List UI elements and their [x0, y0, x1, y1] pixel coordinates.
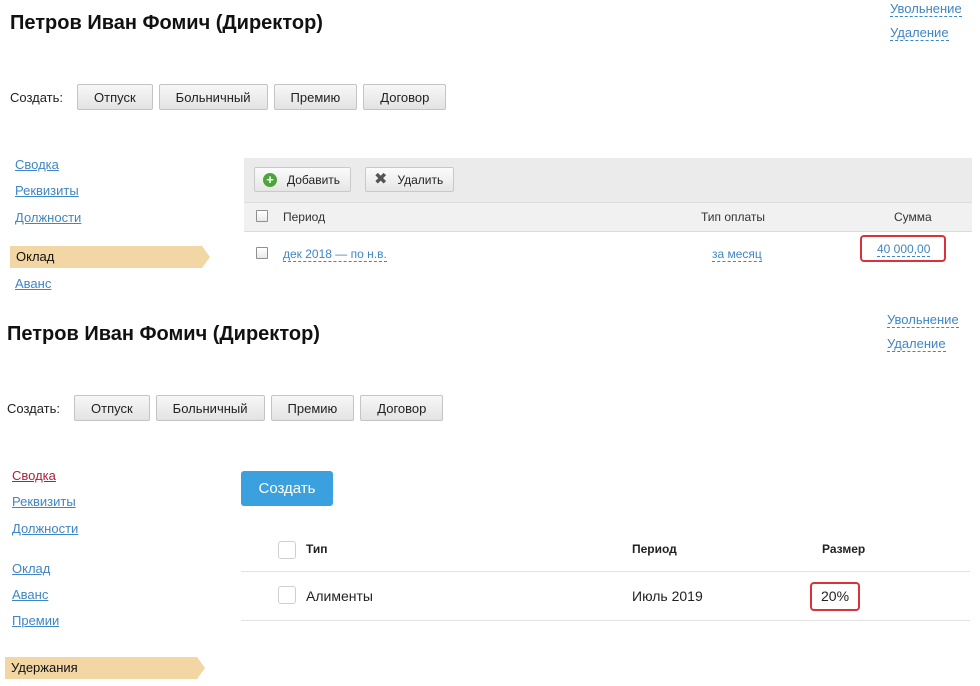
header-pay-type: Тип оплаты — [701, 210, 766, 224]
create-vacation-button[interactable]: Отпуск — [74, 395, 150, 421]
create-sick-leave-button[interactable]: Больничный — [158, 84, 268, 110]
header-amount: Сумма — [894, 210, 932, 224]
plus-icon: + — [263, 172, 277, 187]
pay-type-link[interactable]: за месяц — [712, 247, 762, 262]
sidebar-item-advance[interactable]: Аванс — [15, 276, 51, 291]
period-cell: Июль 2019 — [632, 588, 703, 604]
table-row: дек 2018 — по н.в. за месяц 40 000,00 — [244, 232, 972, 276]
salary-grid: + Добавить ✖ Удалить Период Тип оплаты С… — [244, 158, 972, 276]
amount-link[interactable]: 40 000,00 — [877, 242, 931, 257]
delete-button-label: Удалить — [397, 172, 444, 187]
create-contract-button[interactable]: Договор — [360, 395, 444, 421]
sidebar-item-salary[interactable]: Оклад — [10, 246, 210, 268]
add-button-label: Добавить — [287, 172, 341, 187]
size-cell: 20% — [821, 588, 850, 604]
create-bonus-button[interactable]: Премию — [270, 395, 355, 421]
screen-new: Петров Иван Фомич (Директор) Увольнение … — [0, 311, 980, 686]
type-cell: Алименты — [306, 588, 373, 604]
screen-old: Петров Иван Фомич (Директор) Увольнение … — [0, 0, 980, 310]
create-bonus-button[interactable]: Премию — [273, 84, 358, 110]
header-period: Период — [632, 542, 677, 556]
sidebar-item-positions[interactable]: Должности — [12, 521, 78, 536]
grid-toolbar: + Добавить ✖ Удалить — [244, 158, 972, 202]
pay-type-cell: за месяц — [712, 247, 762, 262]
deductions-table: Тип Период Размер Алименты Июль 2019 20% — [241, 531, 970, 621]
create-contract-button[interactable]: Договор — [363, 84, 447, 110]
add-button[interactable]: + Добавить — [254, 167, 352, 192]
sidebar-item-requisites[interactable]: Реквизиты — [15, 183, 79, 198]
table-row[interactable]: Алименты Июль 2019 20% — [241, 572, 970, 621]
sidebar-item-summary[interactable]: Сводка — [15, 157, 59, 172]
row-checkbox[interactable] — [278, 586, 296, 604]
header-type: Тип — [306, 542, 328, 556]
sidebar-item-advance[interactable]: Аванс — [12, 587, 48, 602]
create-toolbar: Создать: Отпуск Больничный Премию Догово… — [10, 84, 452, 110]
delete-link[interactable]: Удаление — [887, 336, 946, 352]
sidebar-item-summary[interactable]: Сводка — [12, 468, 56, 483]
sidebar-item-requisites[interactable]: Реквизиты — [12, 494, 76, 509]
table-header: Тип Период Размер — [241, 531, 970, 572]
header-size: Размер — [822, 542, 866, 556]
sidebar-item-positions[interactable]: Должности — [15, 210, 81, 225]
create-sick-leave-button[interactable]: Больничный — [155, 395, 265, 421]
period-cell: дек 2018 — по н.в. — [283, 247, 387, 262]
dismissal-link[interactable]: Увольнение — [887, 312, 959, 328]
select-all-checkbox[interactable] — [278, 541, 296, 559]
select-all-checkbox[interactable] — [256, 210, 268, 222]
sidebar-item-deductions[interactable]: Удержания — [5, 657, 205, 679]
create-vacation-button[interactable]: Отпуск — [77, 84, 153, 110]
row-checkbox[interactable] — [256, 247, 268, 259]
dismissal-link[interactable]: Увольнение — [890, 1, 962, 17]
create-label: Создать: — [10, 89, 64, 105]
page-title: Петров Иван Фомич (Директор) — [10, 12, 323, 34]
delete-button[interactable]: ✖ Удалить — [365, 167, 455, 192]
header-period: Период — [283, 210, 326, 224]
page-title: Петров Иван Фомич (Директор) — [7, 323, 320, 345]
create-toolbar: Создать: Отпуск Больничный Премию Догово… — [7, 395, 449, 421]
grid-header: Период Тип оплаты Сумма — [244, 202, 972, 232]
delete-link[interactable]: Удаление — [890, 25, 949, 41]
period-link[interactable]: дек 2018 — по н.в. — [283, 247, 387, 262]
create-button[interactable]: Создать — [241, 471, 333, 506]
amount-cell: 40 000,00 — [877, 242, 931, 257]
sidebar-item-salary[interactable]: Оклад — [12, 561, 50, 576]
close-icon: ✖ — [374, 170, 388, 188]
sidebar-item-bonuses[interactable]: Премии — [12, 613, 59, 628]
create-label: Создать: — [7, 400, 61, 416]
